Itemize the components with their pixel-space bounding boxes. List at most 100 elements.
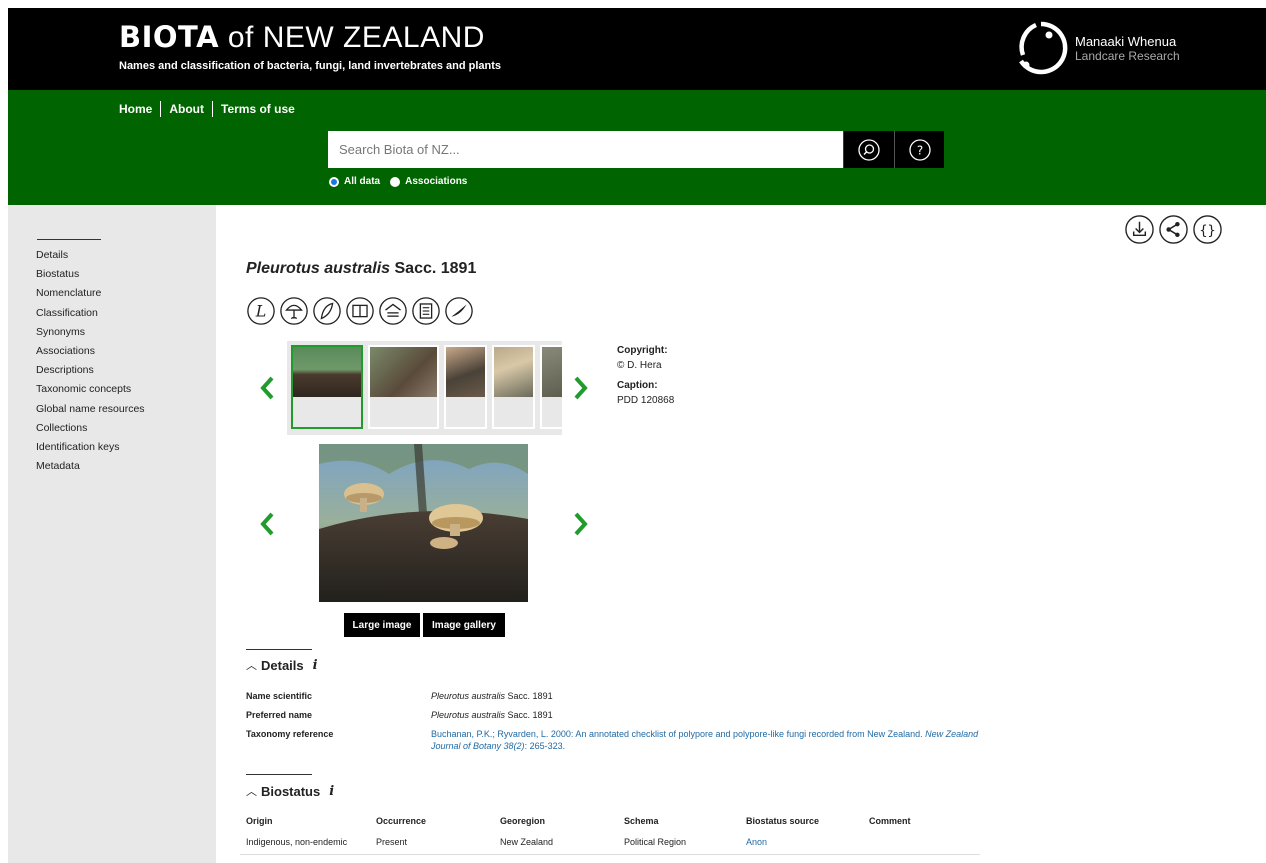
section-divider (246, 774, 312, 775)
sidebar-item-associations[interactable]: Associations (36, 342, 145, 361)
info-icon[interactable]: i (329, 784, 334, 799)
svg-text:{}: {} (1199, 222, 1215, 238)
table-cell: Present (370, 830, 494, 855)
svg-text:L: L (255, 302, 267, 321)
chevron-left-icon[interactable] (257, 509, 279, 539)
thumbnail-image (494, 347, 533, 397)
document-icon[interactable] (411, 296, 441, 326)
sidebar-item-details[interactable]: Details (36, 246, 145, 265)
sidebar-item-classification[interactable]: Classification (36, 304, 145, 323)
sidebar-item-global-name-resources[interactable]: Global name resources (36, 400, 145, 419)
leaf-icon[interactable] (312, 296, 342, 326)
sidebar-item-identification-keys[interactable]: Identification keys (36, 438, 145, 457)
image-gallery-button[interactable]: Image gallery (423, 613, 505, 637)
help-button[interactable]: ? (894, 131, 944, 168)
details-heading[interactable]: ︿ Details i (246, 657, 318, 673)
thumbnail[interactable] (368, 345, 439, 429)
chevron-up-icon: ︿ (246, 660, 257, 672)
taxon-category-icons: L (246, 296, 474, 326)
download-icon[interactable] (1124, 214, 1155, 245)
thumbnail[interactable] (492, 345, 535, 429)
nav-bar: Home About Terms of use ? All data Assoc… (8, 90, 1266, 205)
page-tools: {} (1124, 214, 1223, 245)
svg-text:?: ? (916, 143, 922, 157)
chevron-left-icon[interactable] (257, 373, 279, 403)
book-icon[interactable] (345, 296, 375, 326)
radio-associations[interactable]: Associations (390, 176, 467, 187)
biostatus-table: Origin Occurrence Georegion Schema Biost… (240, 812, 980, 855)
caption-value: PDD 120868 (617, 395, 675, 406)
search-icon (858, 138, 880, 161)
top-nav: Home About Terms of use (119, 101, 303, 117)
radio-unselected-icon[interactable] (390, 176, 401, 187)
thumbnail[interactable] (291, 345, 363, 429)
sidebar-item-nomenclature[interactable]: Nomenclature (36, 284, 145, 303)
nav-home[interactable]: Home (119, 102, 160, 116)
site-subtitle: Names and classification of bacteria, fu… (119, 60, 502, 72)
column-header: Georegion (500, 816, 546, 826)
biostatus-heading[interactable]: ︿ Biostatus i (246, 783, 334, 799)
table-cell: Indigenous, non-endemic (240, 830, 370, 855)
caption-label: Caption: (617, 380, 658, 391)
partner-name: Manaaki Whenua Landcare Research (1075, 34, 1180, 64)
nav-terms[interactable]: Terms of use (213, 102, 303, 116)
thumbnail-image (542, 347, 562, 397)
taxonomy-reference-link[interactable]: Buchanan, P.K.; Ryvarden, L. 2000: An an… (431, 728, 981, 752)
column-header: Biostatus source (746, 816, 820, 826)
table-row: Indigenous, non-endemic Present New Zeal… (240, 830, 980, 855)
sidebar: Details Biostatus Nomenclature Classific… (8, 205, 216, 863)
fungus-photo (319, 444, 528, 602)
thumbnail[interactable] (444, 345, 487, 429)
site-title[interactable]: BIOTA of NEW ZEALAND (119, 20, 485, 55)
sidebar-item-taxonomic-concepts[interactable]: Taxonomic concepts (36, 380, 145, 399)
json-icon[interactable]: {} (1192, 214, 1223, 245)
copyright-value: © D. Hera (617, 360, 662, 371)
thumbnail-image (446, 347, 485, 397)
biostatus-source-link[interactable]: Anon (740, 830, 863, 855)
table-cell: New Zealand (494, 830, 618, 855)
column-header: Comment (869, 816, 911, 826)
column-header: Origin (246, 816, 273, 826)
detail-value: Pleurotus australis Sacc. 1891 (431, 691, 553, 701)
landcare-logo-icon[interactable] (1011, 18, 1071, 78)
main-image[interactable] (319, 444, 528, 602)
thumbnail-strip (287, 341, 562, 435)
sidebar-item-metadata[interactable]: Metadata (36, 457, 145, 476)
column-header: Occurrence (376, 816, 427, 826)
search-input[interactable] (328, 131, 843, 168)
search-scope: All data Associations (329, 176, 477, 187)
fern-icon[interactable] (444, 296, 474, 326)
detail-label: Preferred name (246, 710, 313, 720)
latin-name-icon[interactable]: L (246, 296, 276, 326)
sidebar-item-collections[interactable]: Collections (36, 419, 145, 438)
search-button[interactable] (844, 131, 894, 168)
sidebar-divider (37, 239, 101, 240)
sidebar-item-synonyms[interactable]: Synonyms (36, 323, 145, 342)
sidebar-item-biostatus[interactable]: Biostatus (36, 265, 145, 284)
nav-about[interactable]: About (161, 102, 212, 116)
sidebar-item-descriptions[interactable]: Descriptions (36, 361, 145, 380)
large-image-button[interactable]: Large image (344, 613, 420, 637)
thumbnail[interactable] (540, 345, 562, 429)
column-header: Schema (624, 816, 659, 826)
chevron-right-icon[interactable] (569, 509, 591, 539)
copyright-label: Copyright: (617, 345, 668, 356)
chevron-up-icon: ︿ (246, 786, 257, 798)
detail-label: Taxonomy reference (246, 729, 334, 739)
info-icon[interactable]: i (313, 658, 318, 673)
detail-value: Pleurotus australis Sacc. 1891 (431, 710, 553, 720)
site-header: BIOTA of NEW ZEALAND Names and classific… (8, 8, 1266, 90)
page-title: Pleurotus australis Sacc. 1891 (246, 260, 477, 277)
radio-all-data[interactable]: All data (329, 176, 380, 187)
section-divider (246, 649, 312, 650)
table-cell: Political Region (618, 830, 740, 855)
radio-selected-icon[interactable] (329, 176, 339, 187)
mushroom-icon[interactable] (279, 296, 309, 326)
thumbnail-image (293, 347, 361, 397)
share-icon[interactable] (1158, 214, 1189, 245)
table-header-row: Origin Occurrence Georegion Schema Biost… (240, 812, 980, 830)
chevron-right-icon[interactable] (569, 373, 591, 403)
detail-label: Name scientific (246, 691, 313, 701)
archive-icon[interactable] (378, 296, 408, 326)
help-icon: ? (908, 138, 931, 161)
